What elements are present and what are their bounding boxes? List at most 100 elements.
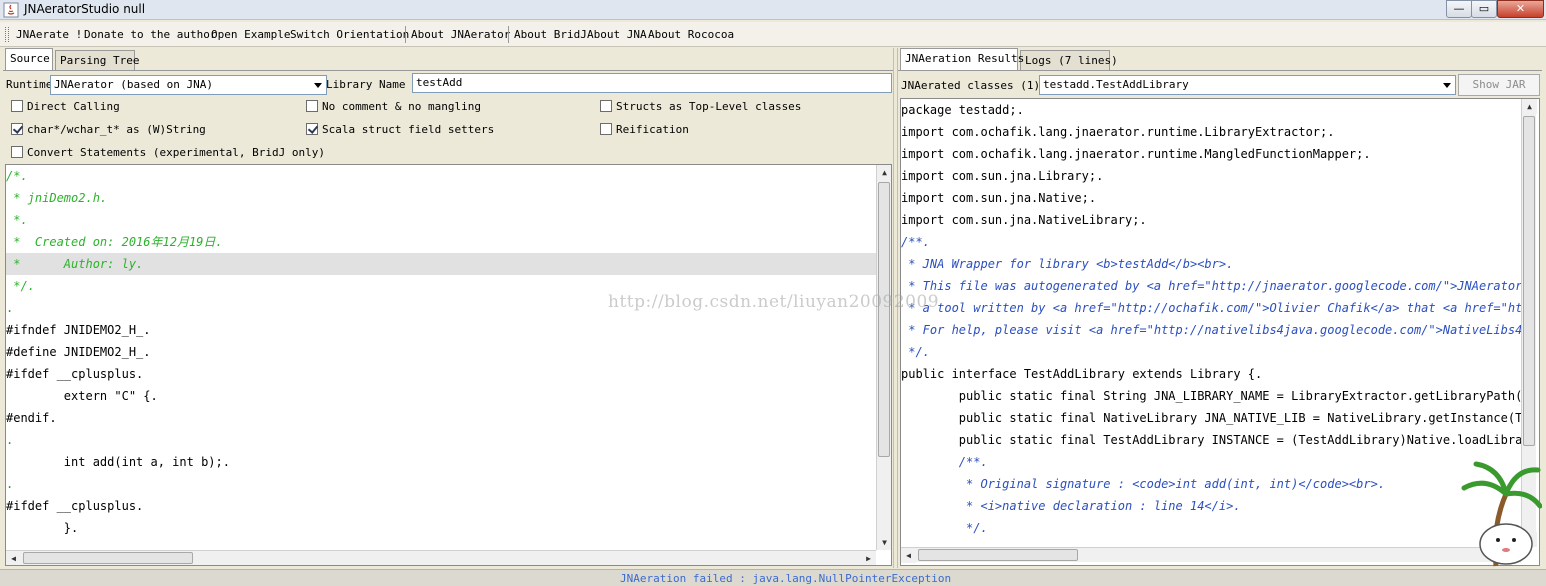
menu-about-rococoa[interactable]: About Rococoa [648, 28, 734, 41]
runtime-select-value: JNAerator (based on JNA) [54, 78, 213, 91]
menu-donate[interactable]: Donate to the author [84, 28, 216, 41]
scroll-left-icon[interactable]: ◀ [6, 551, 21, 565]
scala-setters-label: Scala struct field setters [322, 123, 495, 136]
code-line: import com.sun.jna.NativeLibrary;. [901, 213, 1147, 227]
toolbar-grip[interactable] [5, 27, 9, 42]
scroll-thumb[interactable] [918, 549, 1078, 561]
structs-top-level-checkbox[interactable] [600, 100, 612, 112]
code-line: public static final NativeLibrary JNA_NA… [901, 411, 1521, 425]
code-line: extern "C" {. [6, 389, 158, 403]
tab-source[interactable]: Source [5, 48, 53, 70]
code-line: import com.ochafik.lang.jnaerator.runtim… [901, 147, 1371, 161]
code-line: * This file was autogenerated by <a href… [901, 279, 1521, 293]
menu-switch-orientation[interactable]: Switch Orientation [290, 28, 409, 41]
code-line-highlighted: * Author: ly. [6, 253, 876, 275]
results-panel: JNAeration Results Logs (7 lines) JNAera… [898, 48, 1542, 568]
palm-tree-mascot-icon [1461, 461, 1542, 567]
tab-jnaeration-results[interactable]: JNAeration Results [900, 48, 1024, 70]
code-line: *. [6, 213, 28, 227]
code-line: . [6, 433, 14, 447]
no-comment-label: No comment & no mangling [322, 100, 481, 113]
menu-separator [508, 26, 509, 43]
code-line: * jniDemo2.h. [6, 191, 108, 205]
code-line: package testadd;. [901, 103, 1024, 117]
menu-about-jna[interactable]: About JNA [587, 28, 647, 41]
reification-label: Reification [616, 123, 689, 136]
results-horizontal-scrollbar[interactable]: ◀ ▶ [901, 547, 1521, 563]
code-line: . [6, 477, 14, 491]
convert-statements-label: Convert Statements (experimental, BridJ … [27, 146, 326, 159]
code-line: #endif. [6, 411, 57, 425]
scroll-thumb[interactable] [1523, 116, 1535, 446]
code-line: * Original signature : <code>int add(int… [901, 477, 1386, 491]
source-editor[interactable]: /*. * jniDemo2.h. *. * Created on: 2016年… [5, 164, 892, 566]
structs-top-level-label: Structs as Top-Level classes [616, 100, 802, 113]
jnaerated-classes-select[interactable]: testadd.TestAddLibrary [1039, 75, 1456, 95]
convert-statements-checkbox[interactable] [11, 146, 23, 158]
scroll-up-icon[interactable]: ▲ [1522, 99, 1537, 114]
code-line: public interface TestAddLibrary extends … [901, 367, 1263, 381]
menu-separator [405, 26, 406, 43]
code-line: int add(int a, int b);. [6, 455, 230, 469]
window-title: JNAeratorStudio null [24, 2, 146, 16]
show-jar-button[interactable]: Show JAR [1458, 74, 1540, 96]
char-string-label: char*/wchar_t* as (W)String [27, 123, 206, 136]
library-name-input[interactable]: testAdd [412, 73, 892, 93]
menu-about-jnaerator[interactable]: About JNAerator [411, 28, 510, 41]
source-vertical-scrollbar[interactable]: ▲ ▼ [876, 165, 891, 550]
code-line: #define JNIDEMO2_H_. [6, 345, 151, 359]
java-app-icon [3, 2, 19, 18]
results-code-area[interactable]: package testadd;. import com.ochafik.lan… [901, 99, 1521, 547]
scroll-down-icon[interactable]: ▼ [877, 535, 891, 550]
scroll-left-icon[interactable]: ◀ [901, 548, 916, 563]
scroll-right-icon[interactable]: ▶ [861, 551, 876, 565]
direct-calling-label: Direct Calling [27, 100, 120, 113]
chevron-down-icon [1443, 83, 1451, 88]
code-line: * a tool written by <a href="http://ocha… [901, 301, 1521, 315]
title-bar: JNAeratorStudio null — ▭ ✕ [0, 0, 1546, 20]
code-line: #ifdef __cplusplus. [6, 367, 144, 381]
source-horizontal-scrollbar[interactable]: ◀ ▶ [6, 550, 876, 565]
minimize-button[interactable]: — [1446, 0, 1472, 18]
code-line: import com.ochafik.lang.jnaerator.runtim… [901, 125, 1335, 139]
code-line: /*. [6, 169, 28, 183]
tab-parsing-tree[interactable]: Parsing Tree [55, 50, 139, 70]
library-name-label: Library Name : [326, 78, 419, 91]
chevron-down-icon [314, 83, 322, 88]
code-line: import com.sun.jna.Native;. [901, 191, 1097, 205]
jnaerated-classes-value: testadd.TestAddLibrary [1043, 78, 1189, 91]
menu-jnaerate[interactable]: JNAerate ! [16, 28, 82, 41]
maximize-button[interactable]: ▭ [1471, 0, 1497, 18]
scala-setters-checkbox[interactable] [306, 123, 318, 135]
code-line: import com.sun.jna.Library;. [901, 169, 1104, 183]
code-line: /**. [901, 235, 930, 249]
menu-about-bridj[interactable]: About BridJ [514, 28, 587, 41]
runtime-select[interactable]: JNAerator (based on JNA) [50, 75, 327, 95]
runtime-label: Runtime [6, 78, 53, 91]
char-string-checkbox[interactable] [11, 123, 23, 135]
code-line: * JNA Wrapper for library <b>testAdd</b>… [901, 257, 1234, 271]
scroll-up-icon[interactable]: ▲ [877, 165, 891, 180]
code-line: public static final String JNA_LIBRARY_N… [901, 389, 1521, 403]
code-line: #ifndef JNIDEMO2_H_. [6, 323, 151, 337]
code-line: * <i>native declaration : line 14</i>. [901, 499, 1241, 513]
results-editor[interactable]: package testadd;. import com.ochafik.lan… [900, 98, 1540, 566]
scroll-thumb[interactable] [878, 182, 890, 457]
reification-checkbox[interactable] [600, 123, 612, 135]
tab-logs[interactable]: Logs (7 lines) [1020, 50, 1118, 70]
status-bar: JNAeration failed : java.lang.NullPointe… [0, 569, 1546, 586]
code-line: #ifdef __cplusplus. [6, 499, 144, 513]
scroll-thumb[interactable] [23, 552, 193, 564]
direct-calling-checkbox[interactable] [11, 100, 23, 112]
code-line: * Created on: 2016年12月19日. [6, 235, 223, 249]
source-code-area[interactable]: /*. * jniDemo2.h. *. * Created on: 2016年… [6, 165, 876, 550]
status-message: JNAeration failed : java.lang.NullPointe… [620, 572, 952, 585]
close-button[interactable]: ✕ [1497, 0, 1544, 18]
tab-baseline [3, 70, 893, 71]
tab-baseline [898, 70, 1542, 71]
code-line: */. [901, 521, 988, 535]
code-line: */. [901, 345, 930, 359]
no-comment-checkbox[interactable] [306, 100, 318, 112]
menu-open-example[interactable]: Open Example [211, 28, 290, 41]
code-line: /**. [901, 455, 988, 469]
